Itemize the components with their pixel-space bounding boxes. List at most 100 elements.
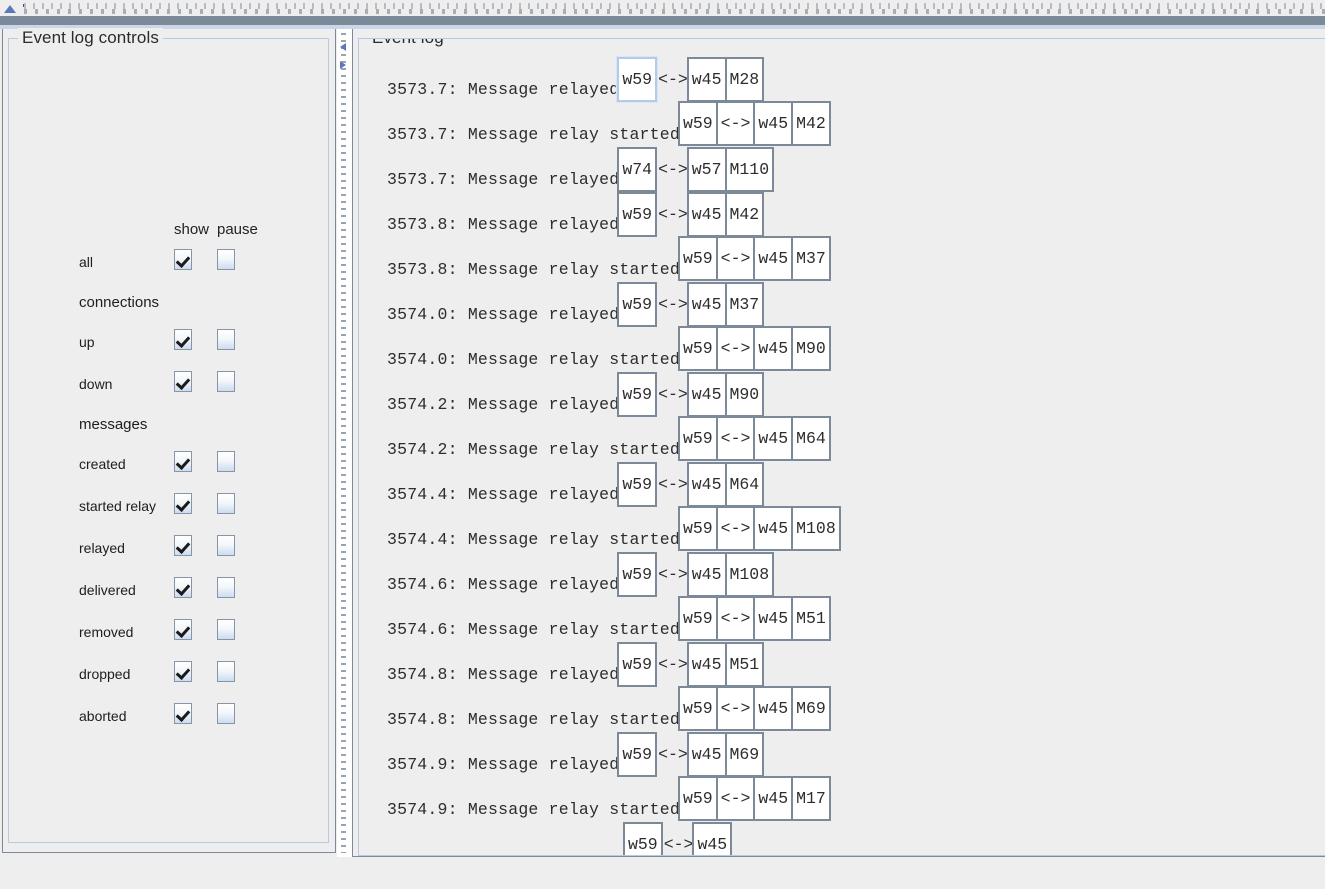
event-log-source-node[interactable]: w59	[617, 192, 658, 237]
event-log-destination-node[interactable]: w45	[686, 552, 727, 597]
event-log-source-node[interactable]: w59	[616, 56, 659, 103]
checkbox-show-dropped[interactable]	[174, 661, 192, 682]
checkbox-pause-all[interactable]	[217, 249, 235, 270]
event-log-source-node[interactable]: w59	[623, 822, 663, 855]
cone-icon[interactable]	[4, 3, 17, 14]
event-log-source-node[interactable]: w59	[617, 282, 658, 327]
event-log-destination-node[interactable]: w45	[686, 372, 727, 417]
event-log-list[interactable]: 3573.7: Message relayed w59 <-> w45 M28 3573…	[359, 39, 1325, 855]
event-log-message-id[interactable]: M64	[724, 462, 765, 507]
event-log-message-id[interactable]: M42	[724, 192, 765, 237]
event-log-direction-arrow: <->	[658, 205, 688, 224]
event-log-source-node[interactable]: w59	[617, 642, 658, 687]
event-log-source-node[interactable]: w59	[677, 596, 718, 641]
event-log-destination-node[interactable]: w45	[686, 57, 727, 102]
event-log-direction-arrow[interactable]: <->	[715, 596, 756, 641]
event-log-source-node[interactable]: w59	[617, 552, 658, 597]
event-log-message-id[interactable]: M64	[791, 416, 831, 461]
divider-collapse-right-icon[interactable]	[340, 59, 348, 71]
event-log-direction-arrow[interactable]: <->	[715, 326, 756, 371]
checkbox-show-started-relay[interactable]	[174, 493, 192, 514]
event-log-row[interactable]: 3573.8: Message relay started w59 <-> w45 M…	[387, 236, 831, 292]
event-log-message-id[interactable]: M90	[791, 326, 831, 371]
event-log-destination-node[interactable]: w45	[753, 506, 794, 551]
event-log-controls-pane: Event log controls show pause all connect…	[2, 28, 336, 853]
event-log-row[interactable]: 3574.0: Message relay started w59 <-> w45 M…	[387, 326, 831, 382]
event-log-message-id[interactable]: M110	[724, 147, 775, 192]
checkbox-show-relayed[interactable]	[174, 535, 192, 556]
event-log-destination-node[interactable]: w45	[692, 822, 733, 855]
divider-track[interactable]	[341, 33, 346, 853]
event-log-destination-node[interactable]: w45	[753, 686, 794, 731]
event-log-source-node[interactable]: w59	[617, 372, 658, 417]
event-log-source-node[interactable]: w74	[617, 147, 658, 192]
event-log-message-id[interactable]: M51	[724, 642, 765, 687]
event-log-message-id[interactable]: M108	[724, 552, 775, 597]
event-log-message-id[interactable]: M28	[724, 57, 765, 102]
event-log-row[interactable]: 3574.2: Message relay started w59 <-> w45 M…	[387, 416, 831, 472]
event-log-direction-arrow: <->	[658, 475, 688, 494]
event-log-source-node[interactable]: w59	[677, 686, 718, 731]
divider-collapse-left-icon[interactable]	[340, 41, 348, 53]
event-log-destination-node[interactable]: w45	[686, 642, 727, 687]
event-log-destination-node[interactable]: w45	[753, 416, 794, 461]
event-log-source-node[interactable]: w59	[677, 416, 718, 461]
checkbox-show-up[interactable]	[174, 329, 192, 350]
checkbox-show-delivered[interactable]	[174, 577, 192, 598]
event-log-destination-node[interactable]: w45	[686, 282, 727, 327]
checkbox-show-removed[interactable]	[174, 619, 192, 640]
event-log-message-id[interactable]: M90	[724, 372, 765, 417]
event-log-destination-node[interactable]: w45	[753, 101, 794, 146]
checkbox-pause-removed[interactable]	[217, 619, 235, 640]
split-pane-divider[interactable]	[337, 29, 352, 857]
event-log-message-id[interactable]: M42	[791, 101, 831, 146]
event-log-direction-arrow[interactable]: <->	[715, 506, 756, 551]
checkbox-pause-dropped[interactable]	[217, 661, 235, 682]
event-log-destination-node[interactable]: w45	[686, 192, 727, 237]
checkbox-show-created[interactable]	[174, 451, 192, 472]
event-log-source-node[interactable]: w59	[677, 326, 718, 371]
event-log-destination-node[interactable]: w45	[753, 326, 794, 371]
checkbox-pause-relayed[interactable]	[217, 535, 235, 556]
event-log-direction-arrow[interactable]: <->	[715, 236, 756, 281]
event-log-direction-arrow[interactable]: <->	[715, 776, 756, 821]
event-log-message-id[interactable]: M69	[791, 686, 831, 731]
event-log-direction-arrow[interactable]: <->	[715, 686, 756, 731]
event-log-destination-node[interactable]: w45	[753, 776, 794, 821]
event-log-source-node[interactable]: w59	[617, 462, 658, 507]
checkbox-pause-down[interactable]	[217, 371, 235, 392]
event-log-cell-group: w59 <-> w45 M90	[677, 326, 831, 371]
event-log-message-id[interactable]: M37	[724, 282, 765, 327]
event-log-destination-node[interactable]: w45	[686, 462, 727, 507]
event-log-source-node[interactable]: w59	[677, 236, 718, 281]
event-log-message-id[interactable]: M17	[791, 776, 831, 821]
event-log-source-node[interactable]: w59	[677, 776, 718, 821]
event-log-row[interactable]: 3574.8: Message relay started w59 <-> w45 M…	[387, 686, 831, 742]
filter-cell-show	[174, 661, 217, 687]
checkbox-pause-aborted[interactable]	[217, 703, 235, 724]
event-log-destination-node[interactable]: w45	[753, 596, 794, 641]
checkbox-show-down[interactable]	[174, 371, 192, 392]
event-log-destination-node[interactable]: w57	[686, 147, 727, 192]
checkbox-show-aborted[interactable]	[174, 703, 192, 724]
event-log-destination-node[interactable]: w45	[686, 732, 727, 777]
checkbox-pause-created[interactable]	[217, 451, 235, 472]
event-log-cell-group: w59 <-> w45 M37	[677, 236, 831, 281]
event-log-direction-arrow[interactable]: <->	[715, 101, 756, 146]
checkbox-pause-started-relay[interactable]	[217, 493, 235, 514]
event-log-message-id[interactable]: M37	[791, 236, 831, 281]
event-log-message-id[interactable]: M108	[791, 506, 841, 551]
event-log-source-node[interactable]: w59	[677, 101, 718, 146]
checkbox-pause-delivered[interactable]	[217, 577, 235, 598]
event-log-source-node[interactable]: w59	[677, 506, 718, 551]
event-log-row[interactable]: 3574.6: Message relay started w59 <-> w45 M…	[387, 596, 831, 652]
event-log-row[interactable]: w59 <-> w45	[387, 822, 733, 855]
event-log-source-node[interactable]: w59	[617, 732, 658, 777]
event-log-row[interactable]: 3574.9: Message relay started w59 <-> w45 M…	[387, 776, 831, 832]
event-log-message-id[interactable]: M51	[791, 596, 831, 641]
checkbox-pause-up[interactable]	[217, 329, 235, 350]
event-log-direction-arrow[interactable]: <->	[715, 416, 756, 461]
event-log-message-id[interactable]: M69	[724, 732, 765, 777]
event-log-destination-node[interactable]: w45	[753, 236, 794, 281]
checkbox-show-all[interactable]	[174, 249, 192, 270]
